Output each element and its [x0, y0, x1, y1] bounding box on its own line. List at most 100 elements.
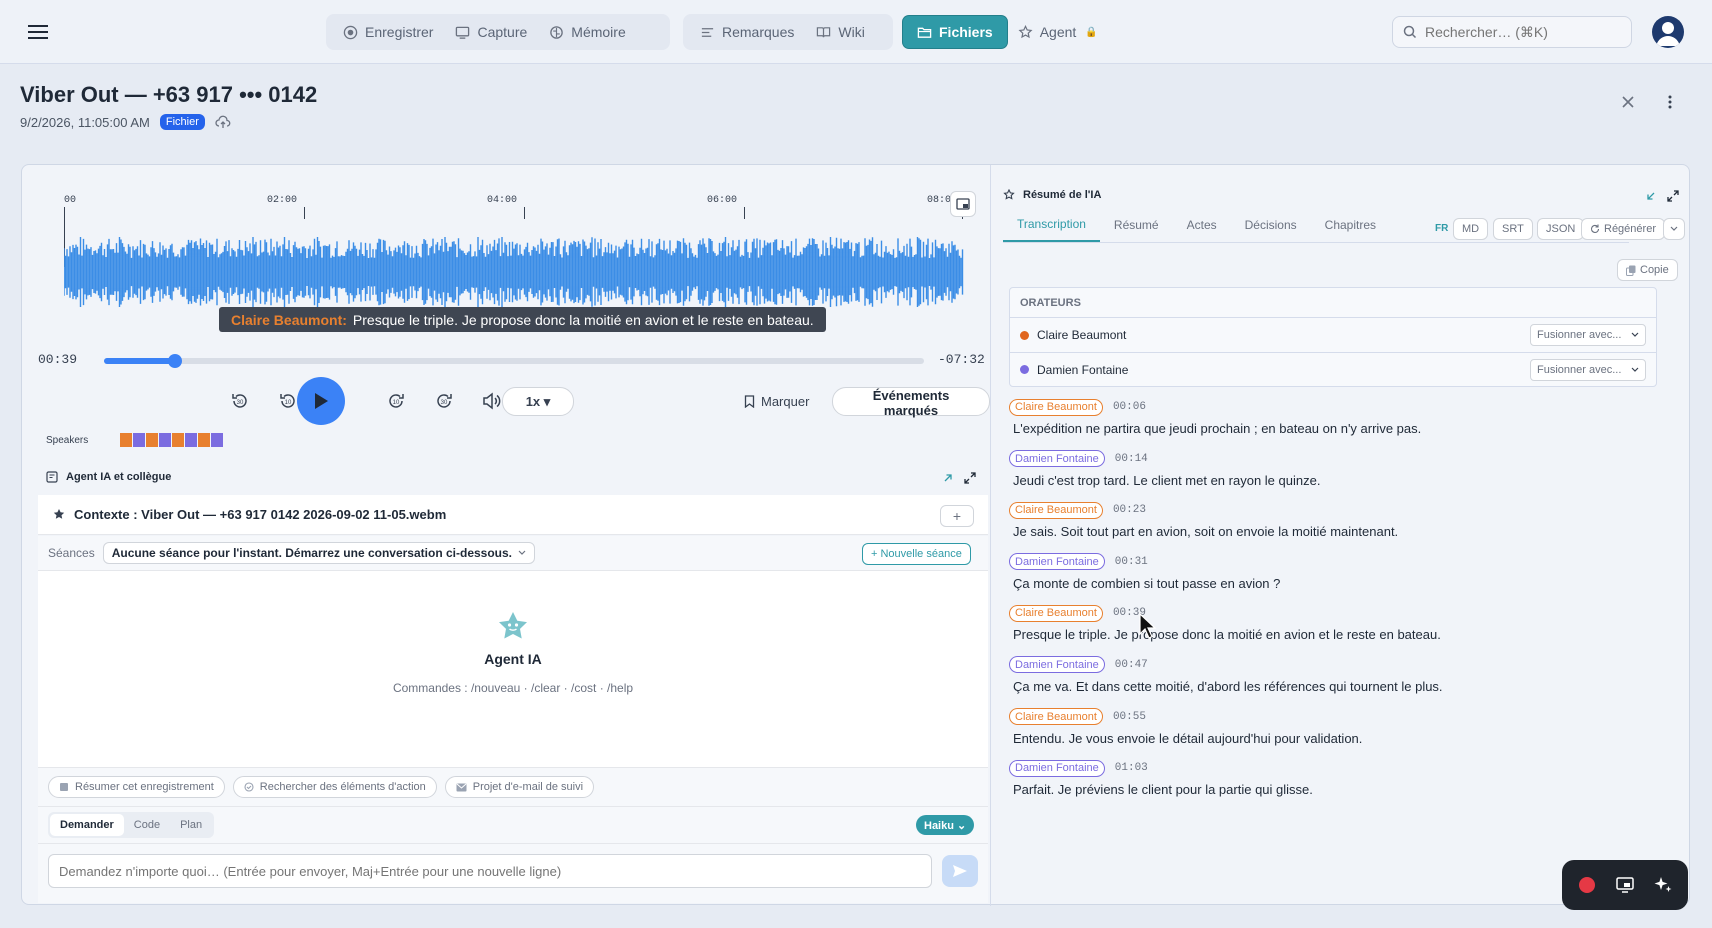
add-context-button[interactable]: + [940, 505, 974, 527]
mark-button[interactable]: Marquer [744, 387, 809, 415]
segment-speaker-badge[interactable]: Damien Fontaine [1009, 450, 1105, 468]
marked-events-button[interactable]: Événements marqués [832, 387, 990, 418]
suggestions-row: Résumer cet enregistrement Rechercher de… [38, 767, 988, 807]
summary-expand-button[interactable] [1667, 187, 1685, 205]
transcript-segment[interactable]: Damien Fontaine 00:47 Ça me va. Et dans ce… [1009, 655, 1669, 707]
regenerate-button[interactable]: Régénérer [1581, 218, 1665, 240]
search-input[interactable] [1425, 24, 1615, 40]
export-srt-button[interactable]: SRT [1493, 218, 1533, 240]
tab-decisions[interactable]: Décisions [1231, 208, 1311, 242]
segment-timestamp[interactable]: 00:55 [1113, 711, 1146, 723]
playback-speed-select[interactable]: 1x ▾ [502, 387, 574, 416]
suggestion-action-items[interactable]: Rechercher des éléments d'action [232, 776, 437, 798]
nav-files-button[interactable]: Fichiers [903, 16, 1007, 48]
segment-timestamp[interactable]: 00:47 [1115, 659, 1148, 671]
more-options-button[interactable] [1662, 92, 1682, 112]
language-label[interactable]: FR [1435, 223, 1448, 234]
record-dot-icon [1579, 877, 1595, 893]
chat-input[interactable] [48, 854, 932, 888]
agent-expand-button[interactable] [964, 469, 982, 487]
sessions-select[interactable]: Aucune séance pour l'instant. Démarrez u… [102, 542, 536, 564]
suggestion-summarize[interactable]: Résumer cet enregistrement [48, 776, 225, 798]
nav-group-capture: Enregistrer Capture Mémoire [326, 14, 670, 50]
speaker-segment-block[interactable] [185, 433, 197, 447]
agent-popout-button[interactable] [942, 469, 960, 487]
segment-speaker-badge[interactable]: Damien Fontaine [1009, 656, 1105, 674]
chevron-down-icon [518, 550, 526, 555]
export-json-button[interactable]: JSON [1537, 218, 1585, 240]
segment-speaker-badge[interactable]: Claire Beaumont [1009, 501, 1103, 519]
merge-label: Fusionner avec... [1537, 329, 1622, 341]
nav-notes-button[interactable]: Remarques [689, 17, 805, 47]
tab-summary[interactable]: Résumé [1100, 208, 1173, 242]
segment-speaker-badge[interactable]: Claire Beaumont [1009, 398, 1103, 416]
copy-button[interactable]: Copie [1617, 259, 1678, 281]
suggestion-email[interactable]: Projet d'e-mail de suivi [444, 776, 595, 798]
seek-slider-handle[interactable] [167, 354, 182, 368]
speaker-segment-block[interactable] [159, 433, 171, 447]
model-select[interactable]: Haiku ⌄ [916, 815, 975, 835]
mode-code[interactable]: Code [124, 814, 170, 836]
nav-memory-button[interactable]: Mémoire [538, 17, 636, 47]
segment-timestamp[interactable]: 00:14 [1115, 453, 1148, 465]
transcript-segment[interactable]: Claire Beaumont 00:23 Je sais. Soit tout p… [1009, 500, 1669, 552]
segment-timestamp[interactable]: 01:03 [1115, 762, 1148, 774]
segment-timestamp[interactable]: 00:23 [1113, 504, 1146, 516]
ai-sparkle-button[interactable] [1648, 870, 1678, 900]
skip-forward-30-button[interactable]: 30 [430, 387, 458, 415]
tab-actions[interactable]: Actes [1173, 208, 1231, 242]
transcript-segment[interactable]: Damien Fontaine 00:14 Jeudi c'est trop tar… [1009, 449, 1669, 501]
segment-timestamp[interactable]: 00:31 [1115, 556, 1148, 568]
tab-chapters[interactable]: Chapitres [1311, 208, 1390, 242]
send-button[interactable] [942, 855, 978, 887]
speaker-segment-block[interactable] [172, 433, 184, 447]
nav-record-button[interactable]: Enregistrer [332, 17, 444, 47]
export-md-button[interactable]: MD [1453, 218, 1489, 240]
user-avatar[interactable] [1652, 16, 1684, 48]
speaker-segment-block[interactable] [146, 433, 158, 447]
transcript-segment[interactable]: Damien Fontaine 01:03 Parfait. Je préviens… [1009, 758, 1669, 810]
picture-in-picture-button[interactable] [950, 191, 976, 217]
nav-wiki-button[interactable]: Wiki [805, 17, 875, 47]
close-icon [1622, 96, 1634, 108]
cloud-upload-icon[interactable] [215, 115, 231, 129]
segment-timestamp[interactable]: 00:06 [1113, 401, 1146, 413]
speaker-segment-block[interactable] [120, 433, 132, 447]
hamburger-menu-button[interactable] [28, 20, 56, 44]
skip-forward-10-button[interactable]: 10 [382, 387, 410, 415]
merge-speaker-select[interactable]: Fusionner avec... [1530, 359, 1646, 381]
speaker-segment-block[interactable] [133, 433, 145, 447]
transcript-segment[interactable]: Claire Beaumont 00:39 Presque le triple. J… [1009, 603, 1669, 655]
screen-capture-button[interactable] [1610, 870, 1640, 900]
segment-speaker-badge[interactable]: Damien Fontaine [1009, 759, 1105, 777]
new-session-button[interactable]: + Nouvelle séance [862, 543, 971, 565]
summary-collapse-button[interactable] [1645, 187, 1663, 205]
merge-speaker-select[interactable]: Fusionner avec... [1530, 324, 1646, 346]
transcript-segment[interactable]: Damien Fontaine 00:31 Ça monte de combien … [1009, 552, 1669, 604]
nav-capture-button[interactable]: Capture [444, 17, 538, 47]
speaker-segment-block[interactable] [198, 433, 210, 447]
skip-back-30-button[interactable]: 30 [226, 387, 254, 415]
speaker-segment-block[interactable] [211, 433, 223, 447]
tab-transcription[interactable]: Transcription [1003, 208, 1100, 242]
speaker-timeline[interactable] [120, 433, 223, 447]
seek-slider[interactable] [104, 354, 924, 368]
mode-ask[interactable]: Demander [50, 814, 124, 836]
transcript-segment[interactable]: Claire Beaumont 00:06 L'expédition ne part… [1009, 397, 1669, 449]
summary-tabs: Transcription Résumé Actes Décisions Cha… [1003, 207, 1629, 243]
segment-speaker-badge[interactable]: Damien Fontaine [1009, 553, 1105, 571]
segment-timestamp[interactable]: 00:39 [1113, 607, 1146, 619]
close-button[interactable] [1620, 92, 1640, 112]
segment-speaker-badge[interactable]: Claire Beaumont [1009, 604, 1103, 622]
search-box[interactable] [1392, 16, 1632, 48]
transcript-segment[interactable]: Claire Beaumont 00:55 Entendu. Je vous env… [1009, 707, 1669, 759]
record-button[interactable] [1572, 870, 1602, 900]
nav-notes-label: Remarques [722, 24, 795, 40]
regenerate-menu-button[interactable] [1663, 218, 1685, 240]
segment-speaker-badge[interactable]: Claire Beaumont [1009, 708, 1103, 726]
nav-agent-button[interactable]: Agent 🔒 [1007, 17, 1109, 47]
mode-plan[interactable]: Plan [170, 814, 212, 836]
play-button[interactable] [297, 377, 345, 425]
waveform[interactable] [64, 237, 964, 307]
recording-meta: 9/2/2026, 11:05:00 AM Fichier [20, 114, 231, 130]
